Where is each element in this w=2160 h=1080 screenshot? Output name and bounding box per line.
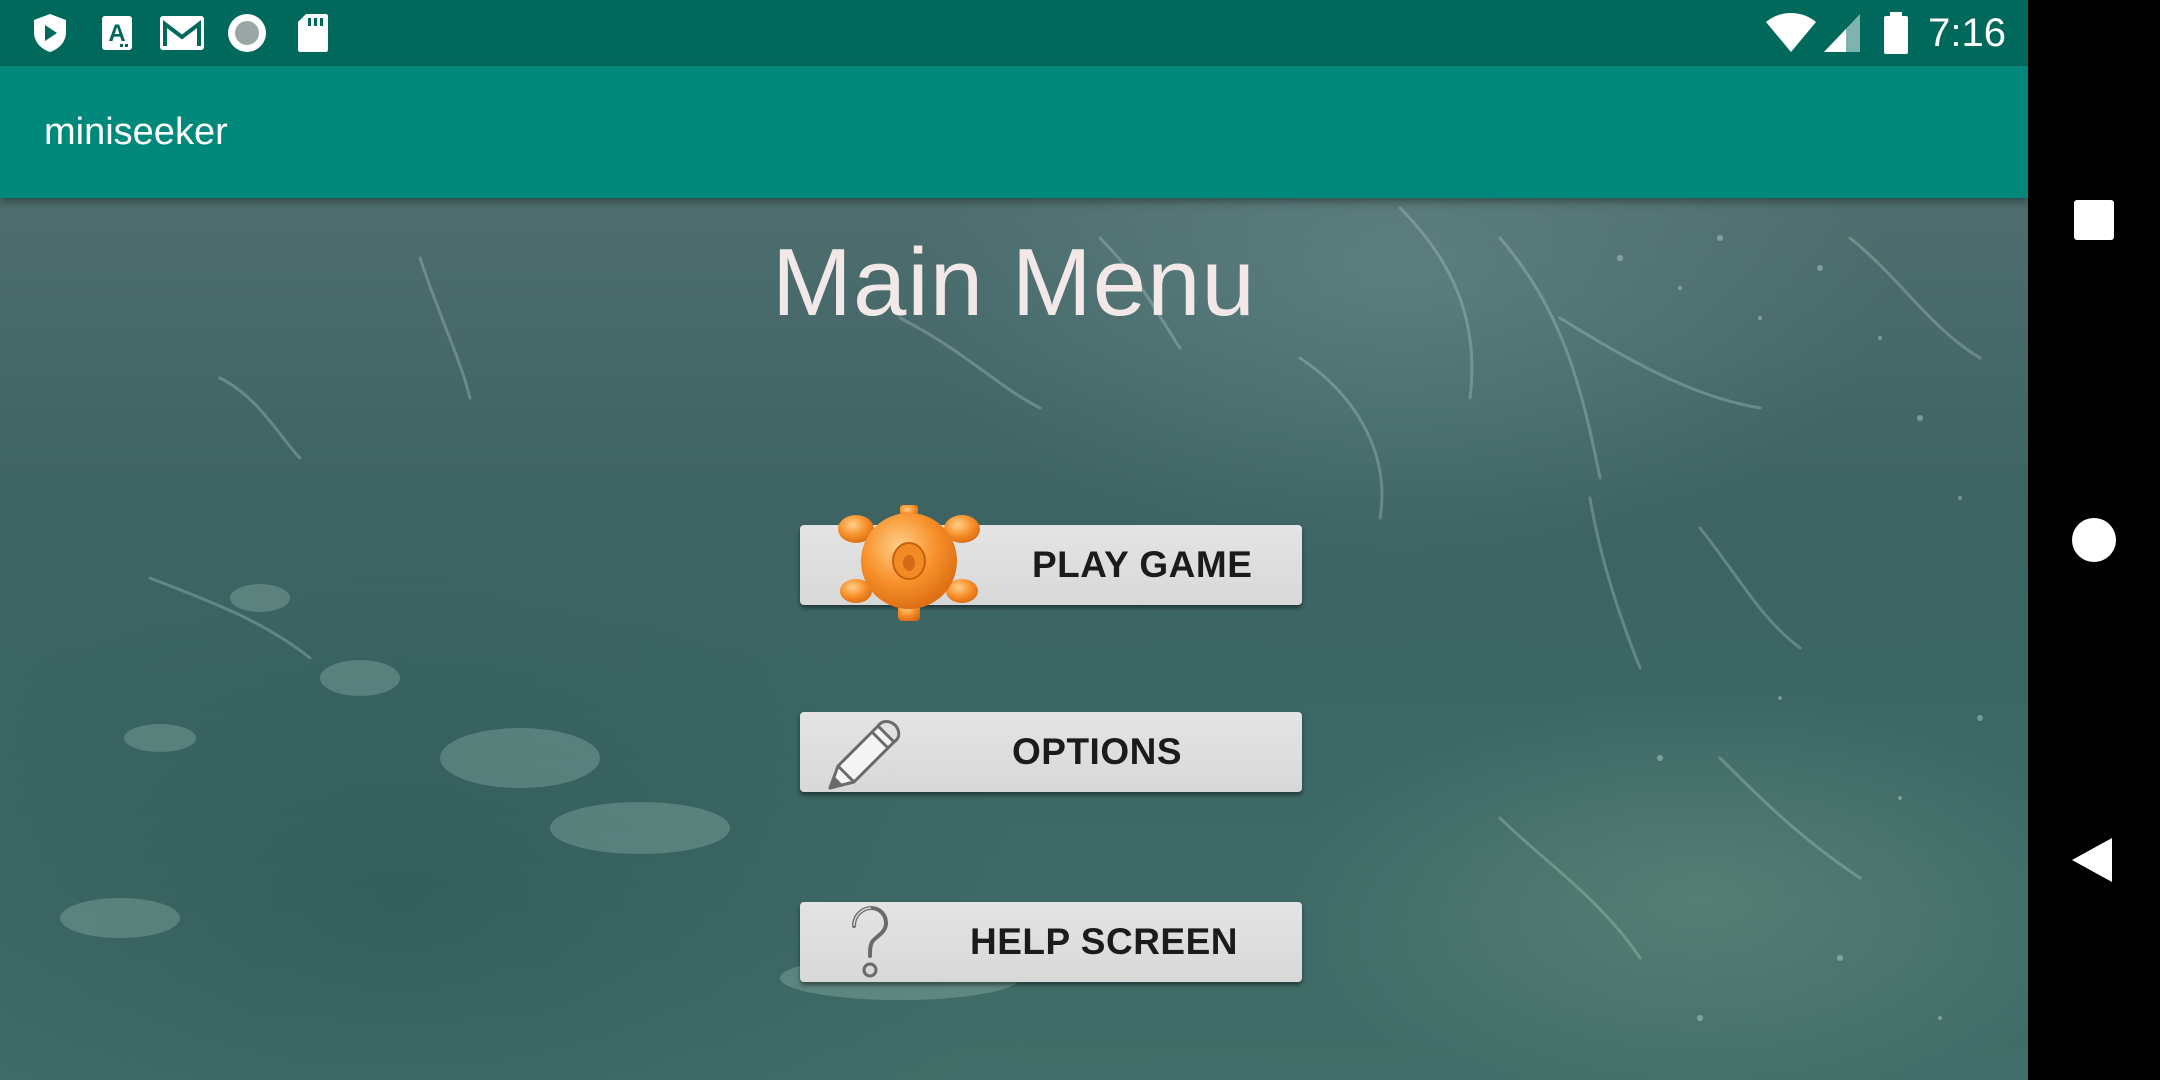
play-protect-icon: [34, 14, 66, 52]
play-game-label: PLAY GAME: [1032, 544, 1253, 585]
home-icon: [2072, 518, 2116, 562]
app-bar: miniseeker: [0, 66, 2028, 198]
page-title: Main Menu: [772, 229, 1256, 336]
status-time: 7:16: [1928, 11, 2006, 55]
app-title: miniseeker: [44, 111, 228, 153]
wifi-icon: [1766, 13, 1816, 52]
help-screen-button[interactable]: HELP SCREEN: [800, 902, 1302, 982]
status-bar: A 7:16: [0, 0, 2028, 66]
gmail-icon: [160, 16, 204, 50]
pencil-icon: [828, 720, 901, 790]
back-button[interactable]: [2028, 800, 2160, 920]
circle-app-icon: [228, 14, 266, 52]
font-a-icon: A: [102, 16, 132, 50]
home-button[interactable]: [2028, 480, 2160, 600]
recents-icon: [2074, 200, 2114, 240]
signal-icon: [1824, 14, 1860, 52]
back-icon: [2072, 838, 2112, 882]
options-button[interactable]: OPTIONS: [800, 712, 1302, 792]
sd-card-icon: [298, 14, 328, 52]
app-screen: A 7:16 miniseeker Main Menu PLAY GAME OP…: [0, 0, 2028, 1080]
battery-icon: [1884, 12, 1908, 54]
play-game-button[interactable]: PLAY GAME: [800, 505, 1302, 621]
main-menu-content: Main Menu PLAY GAME OPTIONS HELP SCREEN: [0, 198, 2028, 1080]
help-screen-label: HELP SCREEN: [970, 921, 1238, 962]
question-mark-icon: [852, 905, 889, 978]
svg-text:A: A: [108, 20, 125, 47]
recents-button[interactable]: [2028, 160, 2160, 280]
sea-mine-icon: [838, 505, 980, 621]
options-label: OPTIONS: [1012, 731, 1183, 772]
navigation-bar: [2028, 0, 2160, 1080]
